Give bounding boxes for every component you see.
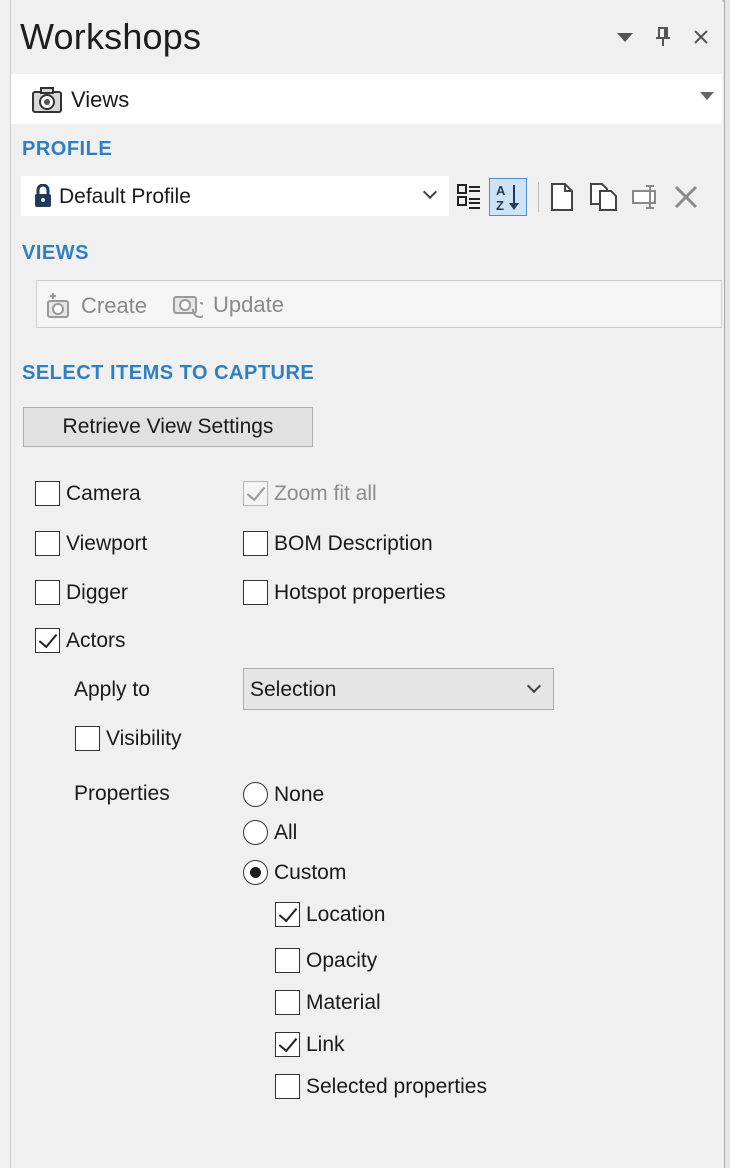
- create-view-button[interactable]: Create: [45, 291, 147, 321]
- properties-custom-radio[interactable]: [243, 860, 268, 885]
- hotspot-properties-label: Hotspot properties: [274, 580, 446, 604]
- apply-to-label: Apply to: [74, 678, 150, 701]
- visibility-checkbox[interactable]: [75, 726, 100, 751]
- views-section-title: VIEWS: [22, 242, 89, 264]
- properties-none-radio[interactable]: [243, 782, 268, 807]
- zoom-fit-all-label: Zoom fit all: [274, 481, 377, 505]
- panel-menu-button[interactable]: [610, 22, 640, 52]
- properties-label: Properties: [74, 782, 170, 805]
- pin-icon: [656, 27, 670, 46]
- apply-to-value: Selection: [250, 678, 337, 701]
- zoom-fit-all-checkbox-row: Zoom fit all: [243, 481, 377, 506]
- new-profile-icon: [551, 183, 573, 211]
- workshop-selector[interactable]: Views: [11, 74, 722, 124]
- panel-resize-edge[interactable]: [724, 0, 730, 1168]
- zoom-fit-all-checkbox: [243, 481, 268, 506]
- link-label: Link: [306, 1032, 345, 1056]
- bom-description-checkbox-row[interactable]: BOM Description: [243, 531, 433, 556]
- chevron-down-icon: [526, 678, 542, 694]
- capture-section-title: SELECT ITEMS TO CAPTURE: [22, 362, 315, 384]
- properties-none-label: None: [274, 782, 325, 806]
- delete-profile-button[interactable]: [667, 178, 705, 216]
- retrieve-view-settings-button[interactable]: Retrieve View Settings: [23, 407, 313, 447]
- close-icon: [694, 30, 708, 44]
- digger-checkbox[interactable]: [35, 580, 60, 605]
- opacity-checkbox-row[interactable]: Opacity: [275, 948, 377, 973]
- digger-label: Digger: [66, 580, 128, 604]
- update-view-button[interactable]: Update: [171, 291, 284, 319]
- close-panel-button[interactable]: [686, 22, 716, 52]
- duplicate-profile-button[interactable]: [585, 178, 623, 216]
- panel-title: Workshops: [20, 16, 202, 57]
- sort-alphabetical-icon: A Z: [496, 183, 519, 212]
- delete-profile-icon: [674, 185, 698, 209]
- chevron-down-icon: [422, 184, 438, 200]
- opacity-label: Opacity: [306, 948, 378, 972]
- lock-icon: [35, 184, 51, 207]
- selected-properties-checkbox-row[interactable]: Selected properties: [275, 1074, 487, 1099]
- digger-checkbox-row[interactable]: Digger: [35, 580, 128, 605]
- visibility-checkbox-row[interactable]: Visibility: [75, 726, 181, 751]
- hotspot-properties-checkbox-row[interactable]: Hotspot properties: [243, 580, 446, 605]
- views-toolbar: Create Update: [36, 280, 722, 328]
- svg-text:Z: Z: [496, 198, 504, 212]
- bom-description-label: BOM Description: [274, 531, 433, 555]
- rename-profile-button[interactable]: [627, 178, 665, 216]
- properties-custom-option[interactable]: Custom: [243, 860, 346, 885]
- chevron-down-icon: [700, 92, 714, 100]
- viewport-checkbox[interactable]: [35, 531, 60, 556]
- profile-dropdown[interactable]: Default Profile: [21, 176, 449, 216]
- properties-all-option[interactable]: All: [243, 820, 297, 845]
- rename-profile-icon: [632, 185, 656, 209]
- location-checkbox[interactable]: [275, 902, 300, 927]
- hotspot-properties-checkbox[interactable]: [243, 580, 268, 605]
- camera-checkbox-row[interactable]: Camera: [35, 481, 141, 506]
- visibility-label: Visibility: [106, 726, 182, 750]
- location-checkbox-row[interactable]: Location: [275, 902, 385, 927]
- actors-checkbox[interactable]: [35, 628, 60, 653]
- link-checkbox-row[interactable]: Link: [275, 1032, 345, 1057]
- categorized-view-button[interactable]: [450, 178, 488, 216]
- viewport-checkbox-row[interactable]: Viewport: [35, 531, 147, 556]
- categorized-view-icon: [457, 184, 480, 209]
- properties-all-radio[interactable]: [243, 820, 268, 845]
- actors-checkbox-row[interactable]: Actors: [35, 628, 126, 653]
- camera-checkbox[interactable]: [35, 481, 60, 506]
- link-checkbox[interactable]: [275, 1032, 300, 1057]
- viewport-label: Viewport: [66, 531, 148, 555]
- actors-label: Actors: [66, 628, 126, 652]
- new-profile-button[interactable]: [543, 178, 581, 216]
- material-checkbox-row[interactable]: Material: [275, 990, 381, 1015]
- properties-all-label: All: [274, 820, 298, 844]
- update-view-icon: [173, 296, 203, 318]
- toolbar-separator: [538, 182, 539, 212]
- pin-button[interactable]: [648, 22, 678, 52]
- opacity-checkbox[interactable]: [275, 948, 300, 973]
- material-checkbox[interactable]: [275, 990, 300, 1015]
- profile-dropdown-value: Default Profile: [59, 185, 191, 208]
- selected-properties-checkbox[interactable]: [275, 1074, 300, 1099]
- duplicate-profile-icon: [590, 183, 617, 211]
- profile-section-title: PROFILE: [22, 138, 113, 160]
- sort-alphabetical-button[interactable]: A Z: [489, 178, 527, 216]
- update-view-label: Update: [213, 292, 284, 317]
- create-view-icon: [47, 293, 69, 318]
- properties-custom-label: Custom: [274, 860, 347, 884]
- bom-description-checkbox[interactable]: [243, 531, 268, 556]
- camera-label: Camera: [66, 481, 141, 505]
- create-view-label: Create: [81, 293, 148, 318]
- camera-icon: [32, 87, 62, 113]
- workshop-selector-label: Views: [71, 87, 130, 112]
- svg-text:A: A: [496, 183, 506, 198]
- location-label: Location: [306, 902, 386, 926]
- dropdown-icon: [617, 33, 633, 42]
- material-label: Material: [306, 990, 381, 1014]
- selected-properties-label: Selected properties: [306, 1074, 487, 1098]
- apply-to-dropdown[interactable]: Selection: [243, 668, 554, 710]
- properties-none-option[interactable]: None: [243, 782, 324, 807]
